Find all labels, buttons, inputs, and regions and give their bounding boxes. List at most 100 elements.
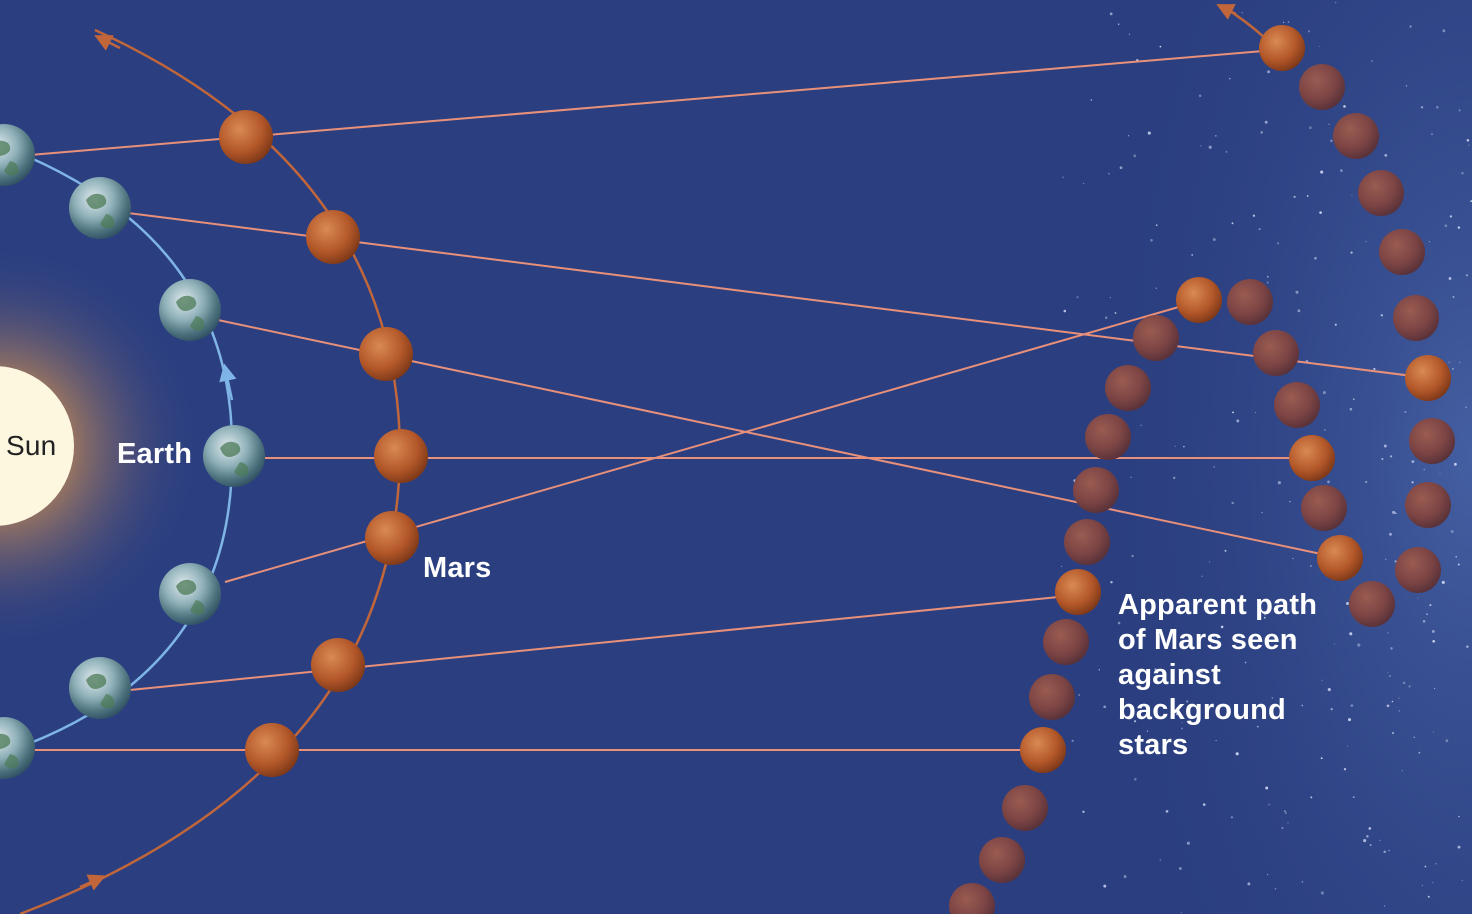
star-dot-icon: [1366, 835, 1369, 838]
star-dot-icon: [1260, 131, 1263, 134]
star-dot-icon: [1254, 412, 1256, 414]
star-dot-icon: [1287, 822, 1289, 824]
star-dot-icon: [1426, 613, 1428, 616]
star-dot-icon: [1388, 675, 1392, 678]
star-dot-icon: [1103, 705, 1107, 709]
star-dot-icon: [1287, 21, 1290, 23]
mars-icon: [1064, 519, 1110, 565]
star-dot-icon: [1078, 694, 1081, 696]
star-dot-icon: [1268, 803, 1271, 806]
mars-icon: [1299, 64, 1345, 110]
star-dot-icon: [1320, 891, 1324, 895]
star-dot-icon: [1319, 211, 1322, 214]
star-dot-icon: [1261, 511, 1263, 514]
star-dot-icon: [1306, 194, 1309, 197]
star-dot-icon: [1442, 29, 1446, 33]
star-dot-icon: [1334, 323, 1337, 326]
apparent-path-label: Apparent path of Mars seen against backg…: [1118, 589, 1318, 761]
star-dot-icon: [1201, 575, 1203, 577]
star-dot-icon: [1140, 424, 1142, 426]
star-dot-icon: [1258, 228, 1261, 231]
mars-icon: [1253, 330, 1299, 376]
mars-icon: [1227, 279, 1273, 325]
star-dot-icon: [1349, 407, 1353, 411]
star-dot-icon: [1388, 849, 1390, 852]
earth-icon: [159, 279, 221, 341]
star-dot-icon: [1445, 739, 1449, 743]
star-dot-icon: [1465, 274, 1469, 277]
mars-icon: [1176, 277, 1222, 323]
star-dot-icon: [1310, 796, 1313, 799]
mars-icon: [1379, 229, 1425, 275]
mars-icon: [311, 638, 365, 692]
star-dot-icon: [1264, 120, 1268, 124]
star-dot-icon: [1432, 731, 1434, 733]
star-dot-icon: [1109, 12, 1113, 16]
star-dot-icon: [1435, 862, 1437, 865]
mars-icon: [1317, 535, 1363, 581]
star-dot-icon: [1265, 786, 1269, 790]
star-dot-icon: [1390, 647, 1393, 650]
earth-label: Earth: [117, 438, 193, 470]
star-dot-icon: [1461, 171, 1464, 175]
star-dot-icon: [1180, 912, 1182, 914]
star-dot-icon: [1389, 455, 1393, 458]
star-dot-icon: [1082, 810, 1085, 814]
star-dot-icon: [1347, 718, 1352, 722]
mars-icon: [1029, 674, 1075, 720]
mars-icon: [1105, 365, 1151, 411]
star-dot-icon: [1159, 45, 1162, 48]
star-dot-icon: [1391, 700, 1394, 703]
star-dot-icon: [1295, 290, 1299, 294]
star-dot-icon: [1309, 126, 1312, 130]
star-dot-icon: [1322, 391, 1326, 395]
star-dot-icon: [1110, 580, 1113, 584]
star-dot-icon: [1398, 710, 1400, 712]
mars-icon: [1289, 435, 1335, 481]
mars-icon: [1002, 785, 1048, 831]
earth-icon: [69, 177, 131, 239]
star-dot-icon: [1266, 281, 1269, 284]
star-dot-icon: [1178, 867, 1182, 870]
star-dot-icon: [1274, 887, 1277, 890]
star-dot-icon: [1402, 681, 1406, 685]
star-dot-icon: [1334, 1, 1337, 4]
star-dot-icon: [1431, 133, 1433, 136]
star-dot-icon: [1103, 884, 1107, 888]
star-dot-icon: [1127, 135, 1130, 137]
star-dot-icon: [1128, 33, 1131, 35]
mars-icon: [219, 110, 273, 164]
star-dot-icon: [1401, 770, 1403, 772]
star-dot-icon: [1133, 154, 1137, 158]
star-dot-icon: [1208, 561, 1211, 563]
star-dot-icon: [1385, 558, 1387, 560]
star-dot-icon: [1413, 736, 1415, 738]
star-dot-icon: [1324, 429, 1326, 431]
star-dot-icon: [1357, 643, 1361, 647]
star-dot-icon: [1387, 632, 1389, 634]
star-dot-icon: [1293, 195, 1296, 199]
star-dot-icon: [1159, 859, 1161, 861]
mars-icon: [1395, 547, 1441, 593]
star-dot-icon: [1330, 139, 1333, 143]
star-dot-icon: [1439, 472, 1441, 474]
star-dot-icon: [1431, 629, 1435, 633]
mars-icon: [374, 429, 428, 483]
star-dot-icon: [1457, 563, 1460, 566]
star-dot-icon: [1398, 697, 1400, 699]
star-dot-icon: [1392, 510, 1396, 514]
star-dot-icon: [1229, 6, 1233, 10]
star-dot-icon: [1200, 145, 1202, 147]
star-dot-icon: [1208, 145, 1212, 149]
star-dot-icon: [1062, 176, 1064, 178]
sun-label: Sun: [6, 430, 57, 461]
mars-icon: [1085, 414, 1131, 460]
star-dot-icon: [1427, 895, 1430, 898]
mars-icon: [1301, 485, 1347, 531]
star-dot-icon: [1076, 296, 1079, 299]
star-dot-icon: [1108, 172, 1110, 175]
star-dot-icon: [1212, 237, 1216, 242]
star-dot-icon: [1231, 501, 1234, 505]
star-dot-icon: [1449, 215, 1453, 218]
mars-icon: [979, 837, 1025, 883]
